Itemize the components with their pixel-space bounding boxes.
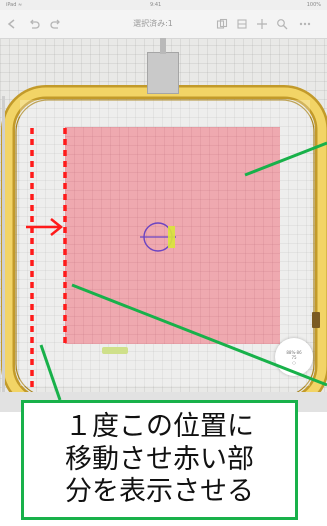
app-screen: iPad ≈ 9:41 100% 選択済み:1 88%·86 75 ○ (0, 0, 327, 412)
hoop-side-tab (312, 312, 320, 328)
hoop-info-line3: ○ (292, 359, 296, 365)
annotation-text: １度この位置に 移動させ赤い部 分を表示させる (65, 411, 254, 508)
annotation-callout: １度この位置に 移動させ赤い部 分を表示させる (21, 400, 298, 520)
status-tag (102, 347, 128, 354)
hoop-info-button[interactable]: 88%·86 75 ○ (275, 338, 313, 376)
